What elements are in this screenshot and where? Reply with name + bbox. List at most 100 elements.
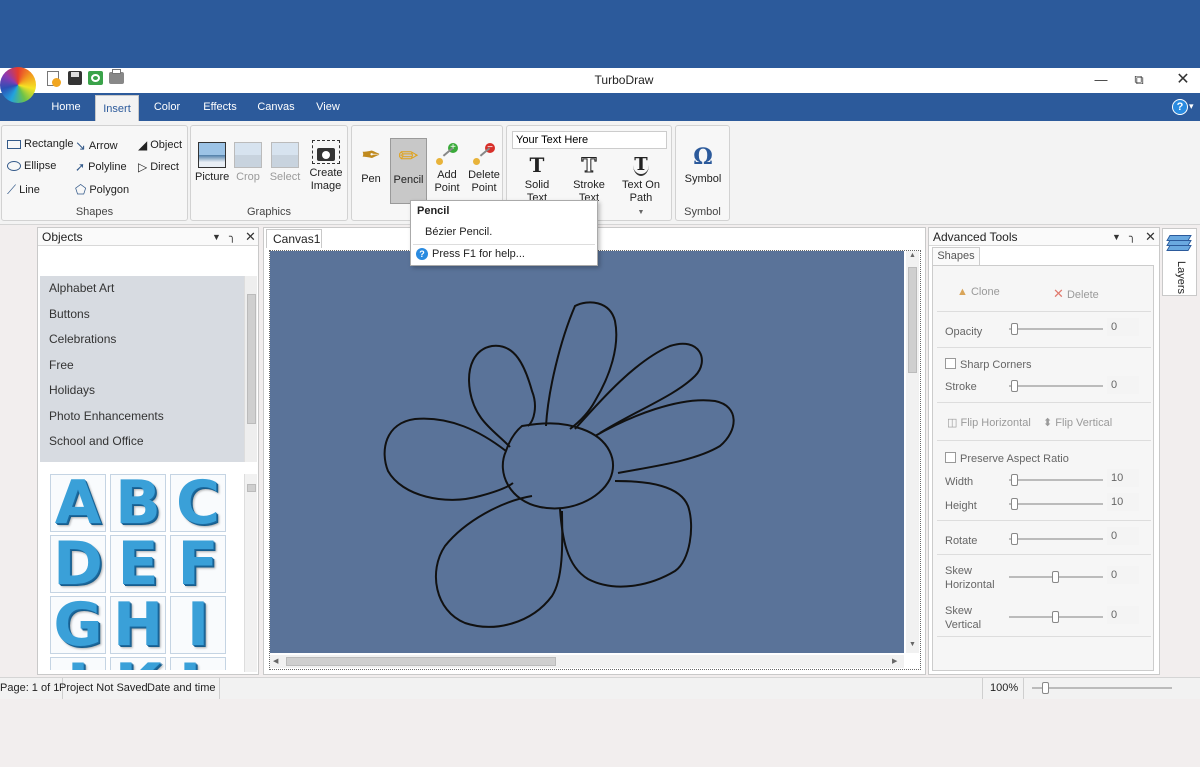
- text-on-path-dropdown-icon[interactable]: ▼: [638, 209, 645, 216]
- letters-scrollbar[interactable]: [244, 474, 257, 672]
- tab-effects[interactable]: Effects: [196, 93, 244, 121]
- width-slider-thumb[interactable]: [1011, 474, 1018, 486]
- app-logo[interactable]: [0, 67, 36, 103]
- skew-vertical-slider-thumb[interactable]: [1052, 611, 1059, 623]
- letter-tile[interactable]: I: [170, 590, 226, 660]
- list-item[interactable]: Alphabet Art: [40, 276, 244, 302]
- objects-close-icon[interactable]: ✕: [245, 228, 256, 246]
- preserve-aspect-checkbox[interactable]: Preserve Aspect Ratio: [945, 452, 1069, 465]
- polyline-tool[interactable]: ➚ Polyline: [75, 160, 127, 174]
- pencil-button[interactable]: ✏ Pencil: [390, 138, 427, 204]
- letter-tile[interactable]: E: [110, 529, 166, 599]
- crop-label: Crop: [236, 171, 260, 183]
- line-label: Line: [19, 184, 40, 196]
- restore-button[interactable]: ⧉: [1128, 71, 1150, 89]
- zoom-slider-thumb[interactable]: [1042, 682, 1049, 694]
- close-button[interactable]: ✕: [1172, 71, 1194, 89]
- letter-tile[interactable]: G: [50, 590, 106, 660]
- objects-title-text: Objects: [42, 230, 83, 244]
- sharp-corners-checkbox[interactable]: Sharp Corners: [945, 358, 1032, 371]
- tab-canvas[interactable]: Canvas: [250, 93, 302, 121]
- minimize-button[interactable]: —: [1090, 71, 1112, 89]
- pen-button[interactable]: ✒ Pen: [356, 142, 386, 186]
- pin-icon[interactable]: ╮: [1129, 228, 1136, 246]
- list-item[interactable]: Holidays: [40, 378, 244, 404]
- canvas-vertical-scrollbar[interactable]: ▲ ▼: [906, 251, 919, 653]
- picture-button[interactable]: Picture: [195, 142, 229, 184]
- clone-button[interactable]: ▲ Clone: [957, 286, 1000, 298]
- height-value[interactable]: 10: [1107, 493, 1139, 511]
- layers-tab[interactable]: Layers: [1162, 228, 1197, 296]
- tab-color[interactable]: Color: [144, 93, 190, 121]
- petal-upper-right: [574, 342, 703, 434]
- rotate-value[interactable]: 0: [1107, 527, 1139, 545]
- letter-tile[interactable]: J: [50, 651, 106, 670]
- opacity-slider[interactable]: [1009, 328, 1103, 330]
- delete-button[interactable]: ✕ Delete: [1053, 286, 1099, 302]
- solid-text-button[interactable]: T Solid Text: [517, 154, 557, 205]
- tab-shapes[interactable]: Shapes: [932, 247, 980, 265]
- list-item[interactable]: Free: [40, 353, 244, 379]
- pane-menu-chevron-icon[interactable]: ▼: [1112, 228, 1121, 246]
- text-input[interactable]: [512, 131, 667, 149]
- arrow-tool[interactable]: ↘ Arrow: [75, 138, 118, 154]
- pane-menu-chevron-icon[interactable]: ▼: [212, 228, 221, 246]
- rotate-slider[interactable]: [1009, 538, 1103, 540]
- skew-horizontal-slider-thumb[interactable]: [1052, 571, 1059, 583]
- letter-tile[interactable]: A: [50, 474, 106, 538]
- zoom-slider[interactable]: [1032, 687, 1172, 689]
- letter-tile[interactable]: H: [110, 590, 166, 660]
- rotate-slider-thumb[interactable]: [1011, 533, 1018, 545]
- canvas-horizontal-scrollbar[interactable]: ◀ ▶: [270, 655, 904, 668]
- stroke-slider-thumb[interactable]: [1011, 380, 1018, 392]
- skew-vertical-value[interactable]: 0: [1107, 606, 1139, 624]
- category-scrollbar[interactable]: [244, 276, 257, 462]
- width-value[interactable]: 10: [1107, 469, 1139, 487]
- ribbon-options-chevron-icon[interactable]: ▾: [1189, 101, 1194, 112]
- stroke-value[interactable]: 0: [1107, 376, 1139, 394]
- delete-point-button[interactable]: − Delete Point: [466, 142, 502, 195]
- letter-tile[interactable]: D: [50, 529, 106, 599]
- stroke-text-button[interactable]: T Stroke Text: [569, 154, 609, 205]
- opacity-slider-thumb[interactable]: [1011, 323, 1018, 335]
- list-item[interactable]: Buttons: [40, 302, 244, 328]
- skew-horizontal-value[interactable]: 0: [1107, 566, 1139, 584]
- rectangle-tool[interactable]: Rectangle: [7, 138, 74, 150]
- letter-tile[interactable]: C: [170, 474, 226, 538]
- crop-button[interactable]: Crop: [231, 142, 265, 184]
- add-point-button[interactable]: + Add Point: [430, 142, 464, 195]
- list-item[interactable]: Photo Enhancements: [40, 404, 244, 430]
- objects-pane-title: Objects: [38, 228, 258, 246]
- pin-icon[interactable]: ╮: [229, 228, 236, 246]
- select-button[interactable]: Select: [268, 142, 302, 184]
- flip-vertical-button[interactable]: ⬍ Flip Vertical: [1043, 416, 1112, 429]
- help-icon[interactable]: ?: [1172, 99, 1188, 115]
- polygon-tool[interactable]: ⬠ Polygon: [75, 182, 129, 198]
- line-tool[interactable]: ⟋ Line: [7, 182, 40, 198]
- create-image-label-2: Image: [310, 180, 342, 192]
- flip-horizontal-button[interactable]: ◫ Flip Horizontal: [947, 416, 1031, 429]
- height-slider[interactable]: [1009, 503, 1103, 505]
- list-item[interactable]: School and Office: [40, 429, 244, 455]
- object-tool[interactable]: ◢ Object: [138, 138, 182, 152]
- drawing-canvas[interactable]: [270, 251, 904, 653]
- letter-tile[interactable]: K: [110, 651, 166, 670]
- opacity-value[interactable]: 0: [1107, 318, 1139, 336]
- stroke-slider[interactable]: [1009, 385, 1103, 387]
- text-on-path-button[interactable]: T Text On Path ▼: [619, 154, 663, 219]
- tab-home[interactable]: Home: [40, 93, 92, 121]
- ellipse-tool[interactable]: Ellipse: [7, 160, 56, 172]
- tab-view[interactable]: View: [308, 93, 348, 121]
- create-image-button[interactable]: Create Image: [306, 140, 346, 193]
- letter-tile[interactable]: L: [170, 651, 226, 670]
- letter-tile[interactable]: B: [110, 474, 166, 538]
- direct-tool[interactable]: ▷ Direct: [138, 160, 179, 174]
- list-item[interactable]: Celebrations: [40, 327, 244, 353]
- tab-canvas1[interactable]: Canvas1: [266, 229, 322, 248]
- symbol-button[interactable]: Ω Symbol: [679, 144, 727, 186]
- advanced-close-icon[interactable]: ✕: [1145, 228, 1156, 246]
- width-slider[interactable]: [1009, 479, 1103, 481]
- letter-tile[interactable]: F: [170, 529, 226, 599]
- tab-insert[interactable]: Insert: [95, 95, 139, 121]
- height-slider-thumb[interactable]: [1011, 498, 1018, 510]
